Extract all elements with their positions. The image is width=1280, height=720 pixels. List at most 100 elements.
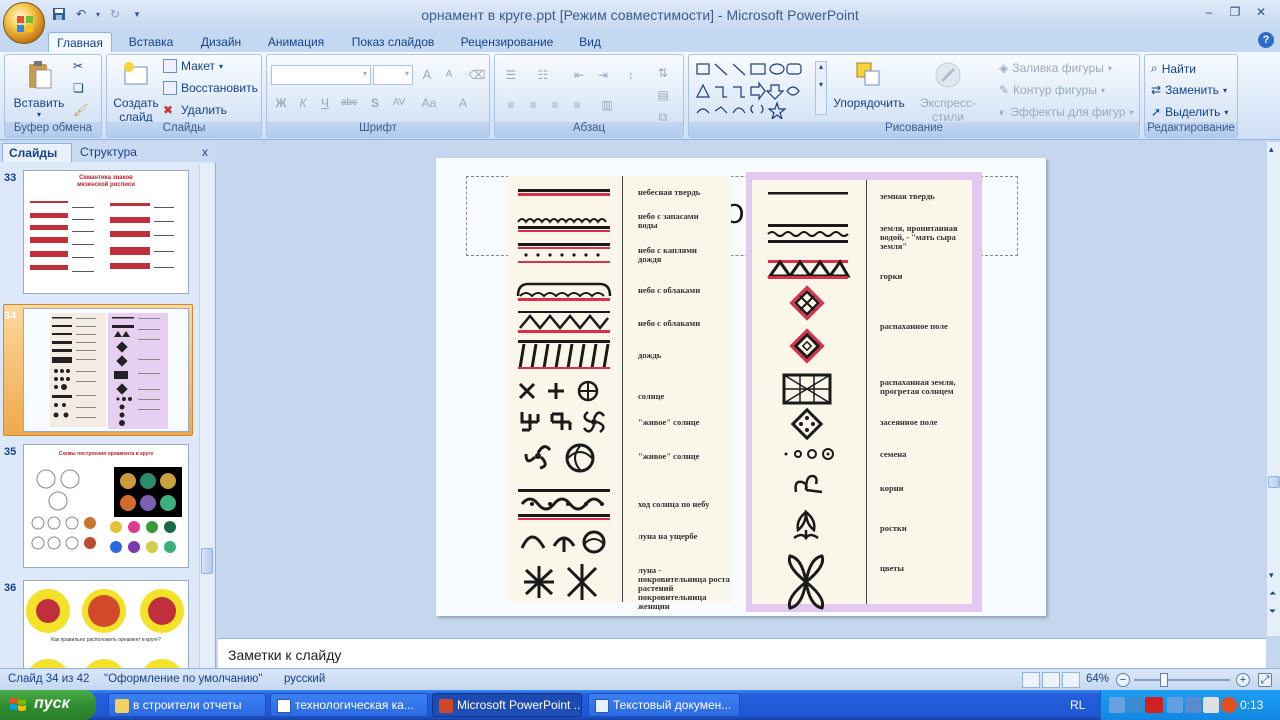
thumbnail-row[interactable]: 36 Как правильно расположить орнамент в … [0, 580, 198, 668]
shrink-font-button[interactable]: A [439, 65, 459, 85]
slideshow-view-icon[interactable] [1062, 672, 1080, 688]
tab-design[interactable]: Дизайн [190, 32, 252, 52]
slide-scrollbar[interactable]: ▴ ▾ ⏶ ⏷ [1266, 142, 1280, 636]
shape-outline-button[interactable]: ✎ Контур фигуры ▾ [999, 83, 1105, 97]
thumbnails-scrollbar[interactable] [199, 164, 213, 668]
bullets-icon[interactable]: ☰ [501, 65, 521, 85]
notes-pane[interactable]: Заметки к слайду [218, 638, 1266, 668]
close-icon[interactable]: ✕ [1248, 3, 1274, 21]
clear-format-icon[interactable]: ⌫ [467, 65, 487, 85]
shape-effects-button[interactable]: ◐ Эффекты для фигур ▾ [999, 105, 1133, 119]
tab-outline[interactable]: Структура [74, 143, 160, 162]
slide-thumbnail-34[interactable] [23, 308, 189, 432]
tab-review[interactable]: Рецензирование [452, 32, 562, 52]
format-painter-button[interactable]: 🖌 [73, 103, 88, 117]
previous-slide-icon[interactable]: ⏶ [1269, 588, 1276, 599]
align-text-icon[interactable]: ▤ [653, 85, 673, 105]
new-slide-button[interactable]: Создать слайд [111, 59, 161, 124]
line-spacing-icon[interactable]: ↕ [621, 65, 641, 85]
close-pane-icon[interactable]: x [202, 145, 208, 159]
slide-thumbnail-33[interactable]: Семантика знаков мезенской росписи [23, 170, 189, 294]
tab-insert[interactable]: Вставка [120, 32, 182, 52]
arrange-button[interactable]: Упорядочить [831, 59, 907, 110]
language-indicator[interactable]: русский [284, 673, 325, 685]
grow-font-button[interactable]: A [417, 65, 437, 85]
shadow-button[interactable]: S [365, 93, 385, 113]
font-size-dropdown[interactable]: ▾ [373, 65, 413, 85]
network-icon[interactable] [1109, 697, 1125, 713]
ati-icon[interactable] [1145, 697, 1163, 713]
layout-button[interactable]: Макет ▾ [163, 59, 223, 73]
char-spacing-button[interactable]: AV [389, 93, 409, 113]
zoom-in-icon[interactable]: + [1236, 673, 1250, 687]
strikethrough-button[interactable]: abc [339, 93, 359, 113]
columns-icon[interactable]: ▥ [597, 95, 617, 115]
underline-button[interactable]: Ч [315, 93, 335, 113]
start-button[interactable]: пуск [0, 690, 96, 720]
keyboard-layout-indicator[interactable]: RL [1070, 698, 1085, 712]
delete-slide-button[interactable]: ✖ Удалить [163, 103, 227, 117]
tab-slideshow[interactable]: Показ слайдов [344, 32, 442, 52]
taskbar-item-word[interactable]: технологическая ка... [270, 693, 428, 717]
change-case-button[interactable]: Aa [419, 93, 439, 113]
volume-icon[interactable] [1203, 697, 1219, 713]
scrollbar-thumb[interactable] [1268, 476, 1280, 488]
justify-icon[interactable]: ≡ [567, 95, 587, 115]
taskbar-item-powerpoint[interactable]: Microsoft PowerPoint ... [432, 693, 582, 717]
find-button[interactable]: ⌕ Найти [1151, 61, 1196, 76]
fit-to-window-icon[interactable]: ⤢ [1258, 673, 1272, 687]
alert-icon[interactable] [1221, 697, 1237, 713]
cut-button[interactable]: ✂ [73, 59, 83, 73]
current-slide[interactable]: О небесная твердь небо с запасами воды н… [436, 158, 1046, 616]
usb-icon[interactable] [1185, 697, 1201, 713]
align-left-icon[interactable]: ≡ [501, 95, 521, 115]
zoom-slider-knob[interactable] [1160, 673, 1168, 687]
zoom-out-icon[interactable]: − [1116, 673, 1130, 687]
paste-dropdown-icon[interactable]: ▾ [11, 110, 67, 119]
theme-name[interactable]: "Оформление по умолчанию" [104, 673, 262, 685]
zoom-level[interactable]: 64% [1086, 673, 1109, 685]
office-button[interactable] [3, 2, 45, 44]
replace-button[interactable]: ⇄ Заменить ▾ [1151, 83, 1227, 97]
font-family-dropdown[interactable]: ▾ [271, 65, 371, 85]
text-direction-icon[interactable]: ⇅ [653, 63, 673, 83]
taskbar-item-folder[interactable]: в строители отчеты [108, 693, 266, 717]
scroll-up-icon[interactable]: ▴ [1269, 144, 1274, 155]
slide-thumbnail-35[interactable]: Схемы построения орнамента в круге [23, 444, 189, 568]
tab-animation[interactable]: Анимация [258, 32, 334, 52]
increase-indent-icon[interactable]: ⇥ [593, 65, 613, 85]
taskbar-item-notepad[interactable]: Текстовый докумен... [588, 693, 740, 717]
tab-home[interactable]: Главная [48, 32, 112, 52]
decrease-indent-icon[interactable]: ⇤ [569, 65, 589, 85]
shape-fill-button[interactable]: ◈ Заливка фигуры ▾ [999, 61, 1112, 75]
align-center-icon[interactable]: ≡ [523, 95, 543, 115]
minimize-icon[interactable]: ‒ [1196, 3, 1222, 21]
restore-icon[interactable]: ❐ [1222, 3, 1248, 21]
tab-slides[interactable]: Слайды [2, 143, 72, 162]
font-color-button[interactable]: A [453, 93, 473, 113]
slide-thumbnail-36[interactable]: Как правильно расположить орнамент в кру… [23, 580, 189, 668]
select-button[interactable]: ➚ Выделить ▾ [1151, 105, 1228, 119]
thumbnail-row[interactable]: 35 Схемы построения орнамента в круге [0, 444, 198, 572]
copy-button[interactable]: ❏ [73, 81, 84, 95]
slide-sorter-icon[interactable] [1042, 672, 1060, 688]
italic-button[interactable]: К [293, 93, 313, 113]
shapes-scroll[interactable]: ▴ ▾ [815, 61, 827, 115]
quick-styles-button[interactable]: Экспресс-стили [905, 59, 991, 124]
zoom-slider[interactable] [1134, 679, 1230, 681]
reset-button[interactable]: Восстановить [163, 81, 258, 95]
paste-button[interactable]: Вставить ▾ [11, 59, 67, 119]
normal-view-icon[interactable] [1022, 672, 1040, 688]
scrollbar-thumb[interactable] [201, 548, 213, 574]
align-right-icon[interactable]: ≡ [545, 95, 565, 115]
display-icon[interactable] [1167, 697, 1183, 713]
numbering-icon[interactable]: ☷ [533, 65, 553, 85]
thumbnail-row[interactable]: 33 Семантика знаков мезенской росписи [0, 170, 198, 298]
next-slide-icon[interactable]: ⏷ [1269, 606, 1276, 617]
monitor-icon[interactable] [1127, 697, 1143, 713]
bold-button[interactable]: Ж [271, 93, 291, 113]
tab-view[interactable]: Вид [572, 32, 608, 52]
scroll-down-icon[interactable]: ▾ [1269, 570, 1274, 581]
shapes-gallery[interactable] [695, 61, 819, 119]
thumbnail-row-selected[interactable]: 34 [0, 308, 198, 436]
